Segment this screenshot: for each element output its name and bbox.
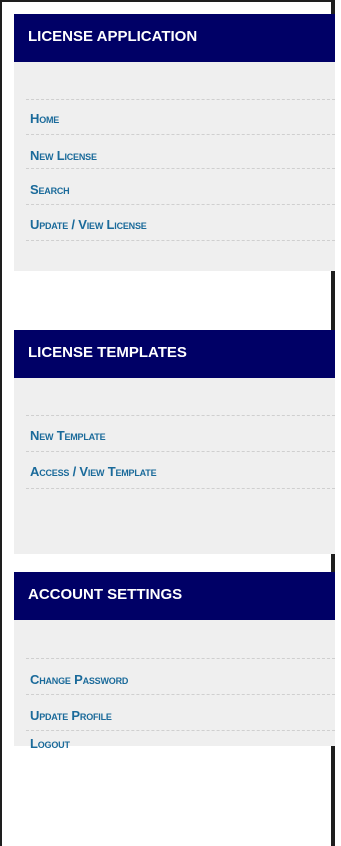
divider [26, 451, 335, 452]
divider [26, 730, 335, 731]
nav-link-home[interactable]: Home [30, 111, 59, 126]
nav-link-access-view-template[interactable]: Access / View Template [30, 464, 157, 479]
section-body-license-templates: New Template Access / View Template [14, 378, 335, 554]
section-header-account-settings: ACCOUNT SETTINGS [14, 572, 335, 620]
nav-link-update-view-license[interactable]: Update / View License [30, 217, 147, 232]
nav-link-new-license[interactable]: New License [30, 148, 97, 163]
nav-link-update-profile[interactable]: Update Profile [30, 708, 112, 723]
divider [26, 204, 335, 205]
divider [26, 99, 335, 100]
nav-link-change-password[interactable]: Change Password [30, 672, 128, 687]
divider [26, 168, 335, 169]
divider [26, 658, 335, 659]
divider [26, 488, 335, 489]
section-header-license-application: LICENSE APPLICATION [14, 14, 335, 62]
sidebar-frame: LICENSE APPLICATION Home New License Sea… [0, 0, 335, 846]
section-body-license-application: Home New License Search Update / View Li… [14, 62, 335, 271]
divider [26, 240, 335, 241]
section-header-license-templates: LICENSE TEMPLATES [14, 330, 335, 378]
nav-link-search[interactable]: Search [30, 182, 70, 197]
section-body-account-settings: Change Password Update Profile Logout [14, 620, 335, 751]
divider [26, 694, 335, 695]
divider [26, 415, 335, 416]
nav-link-new-template[interactable]: New Template [30, 428, 106, 443]
section-account-settings: ACCOUNT SETTINGS Change Password Update … [14, 572, 335, 751]
divider [26, 134, 335, 135]
section-license-application: LICENSE APPLICATION Home New License Sea… [14, 14, 335, 271]
section-license-templates: LICENSE TEMPLATES New Template Access / … [14, 330, 335, 554]
nav-link-logout[interactable]: Logout [30, 736, 70, 751]
